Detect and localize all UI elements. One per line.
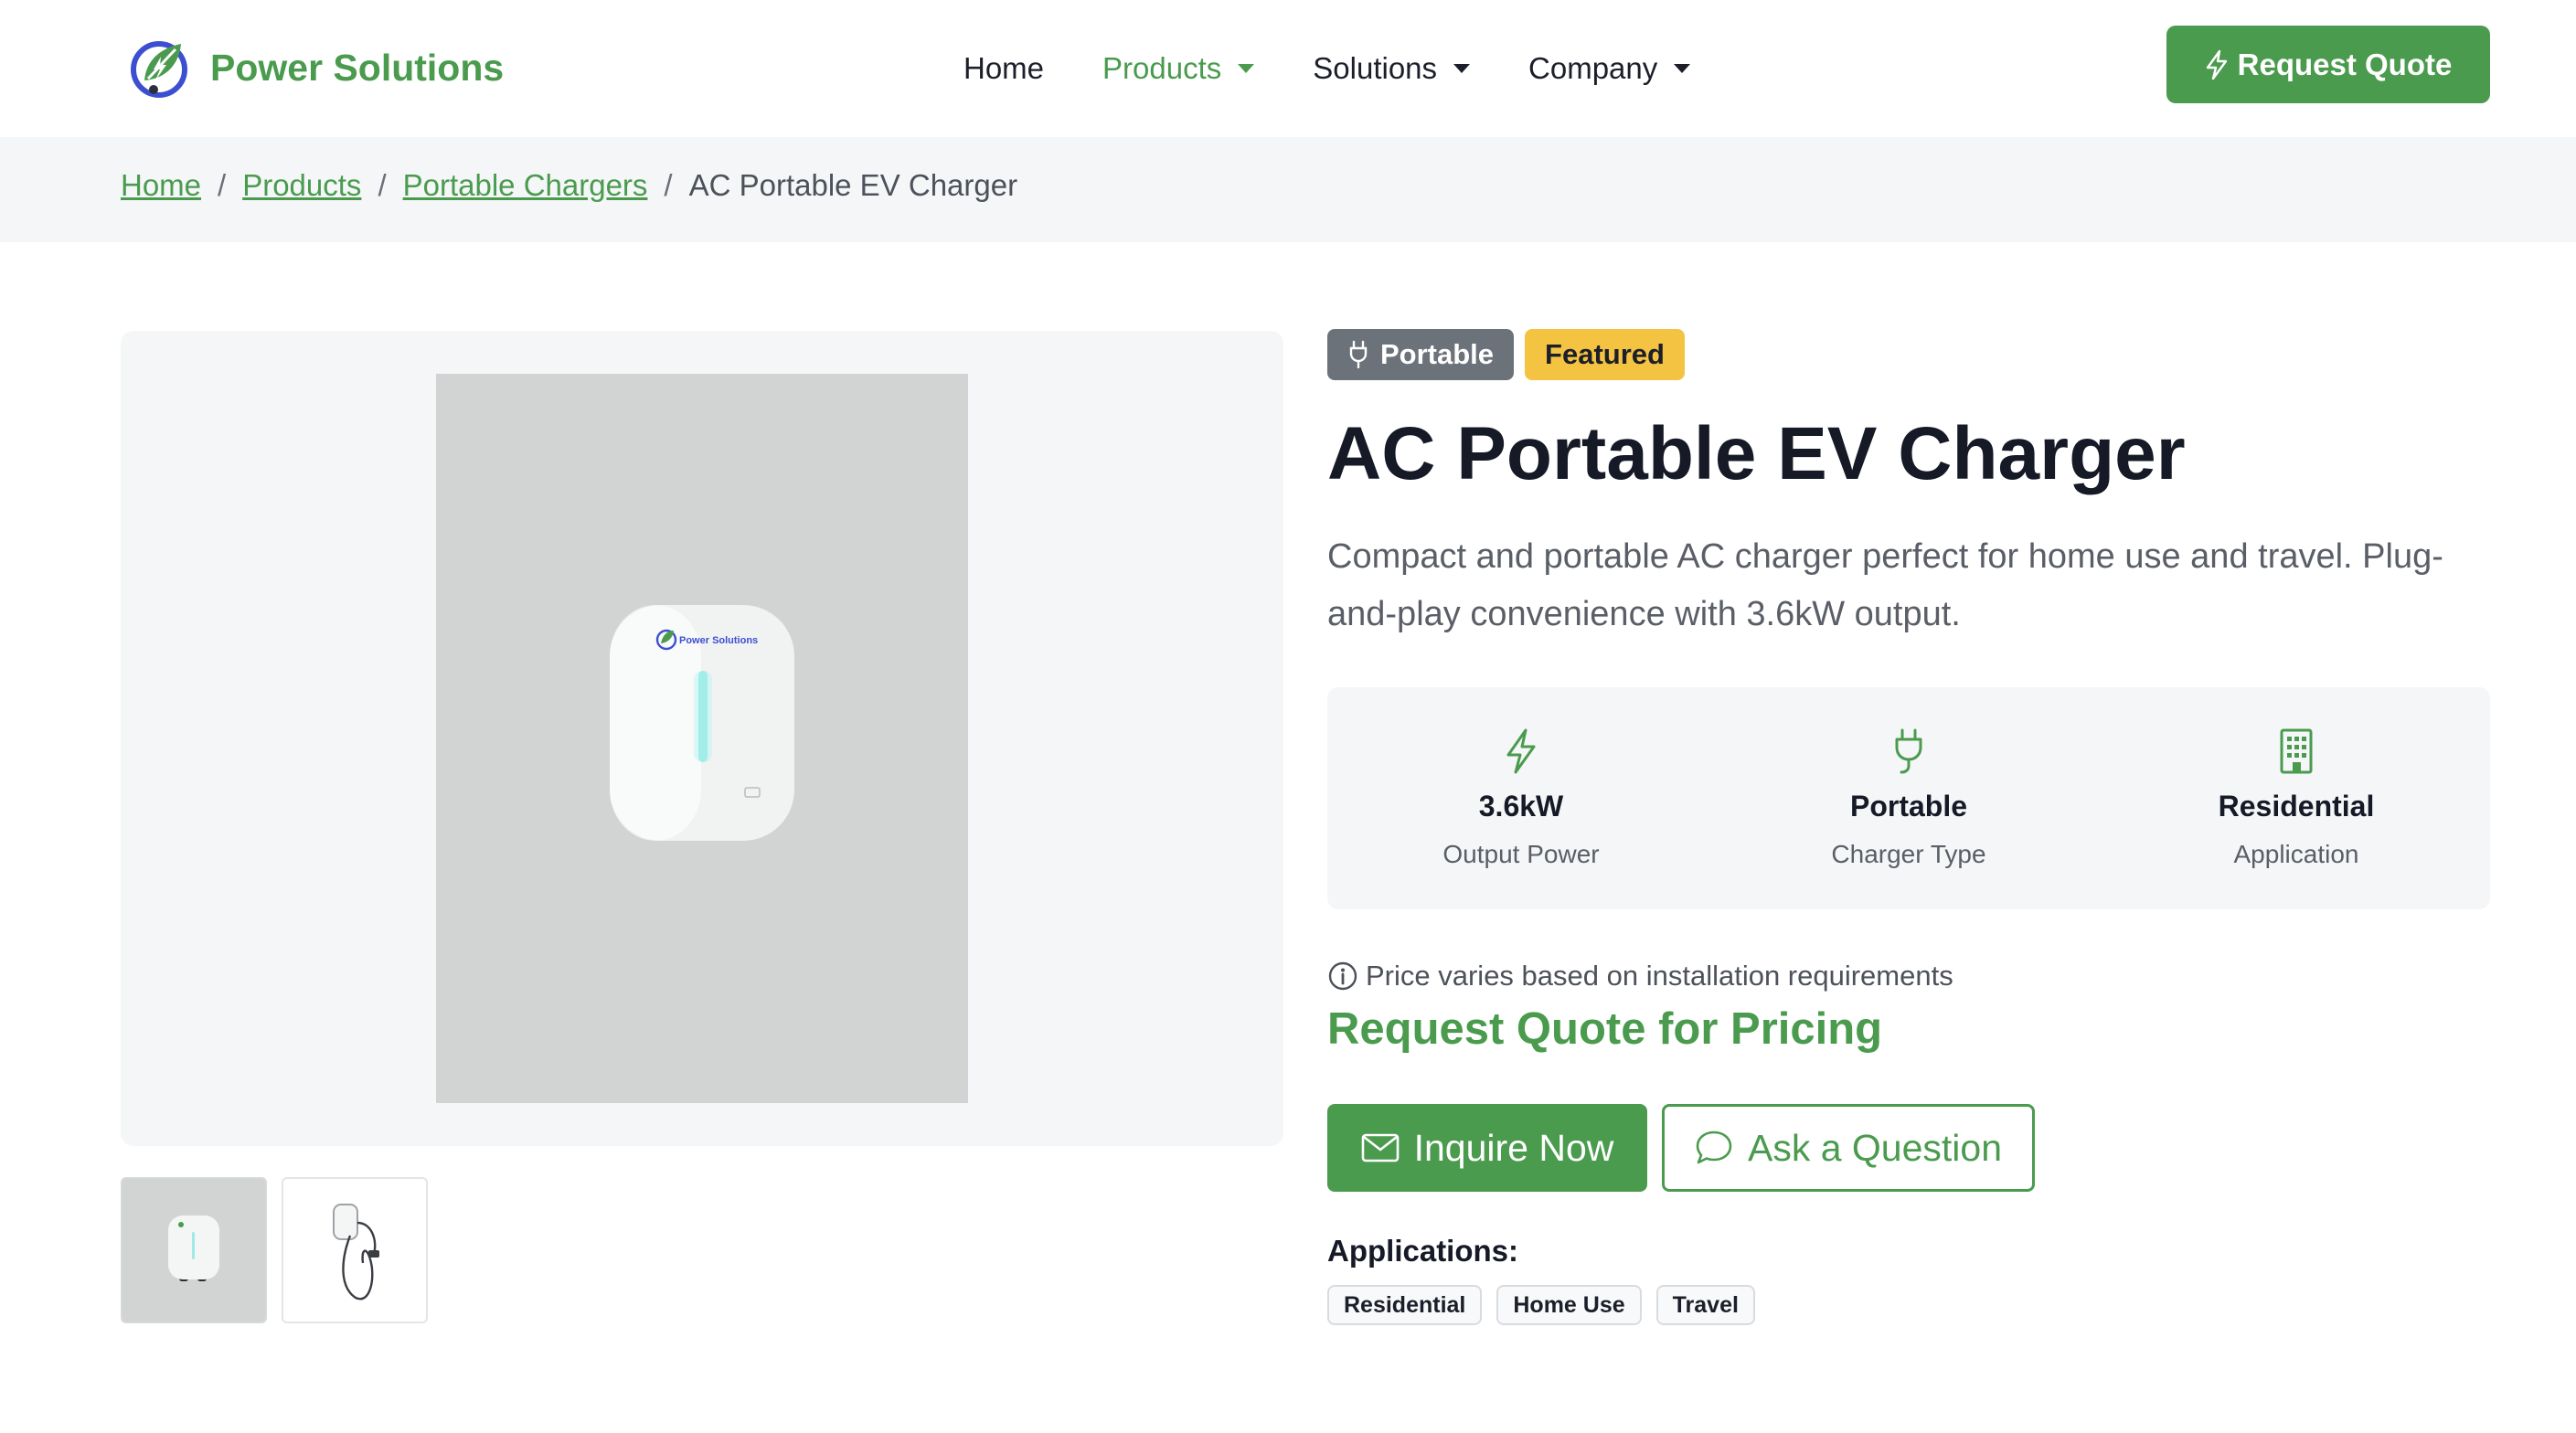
nav-solutions-dropdown[interactable]: Solutions [1313,51,1471,86]
nav-company-dropdown[interactable]: Company [1528,51,1691,86]
charger-device-image: Power Solutions [610,605,794,841]
applications-heading: Applications: [1327,1234,1519,1268]
caret-down-icon [1674,64,1691,73]
spec-label: Application [2233,840,2359,868]
navbar: Power Solutions Home Products Solutions … [0,0,2576,137]
nav-solutions-label: Solutions [1313,51,1438,85]
thumbnail-front[interactable] [121,1177,267,1323]
spec-summary: 3.6kW Output Power Portable Charger Type [1327,687,2490,909]
price-cta: Request Quote for Pricing [1327,1004,1883,1054]
envelope-icon [1361,1133,1399,1162]
breadcrumb: Home / Products / Portable Chargers / AC… [121,168,1017,203]
applications-tags: Residential Home Use Travel [1327,1285,1770,1325]
charger-with-cable-thumbnail-image [333,1204,379,1300]
plug-icon [1892,726,1925,777]
caret-down-icon [1453,64,1471,73]
product-gallery: Power Solutions [121,331,1283,1146]
portable-badge: Portable [1327,329,1515,380]
product-description: Compact and portable AC charger perfect … [1327,537,2443,633]
product-actions: Inquire Now Ask a Question [1327,1104,2035,1192]
product-badges: Portable Featured [1327,329,2490,380]
nav-home[interactable]: Home [963,51,1044,86]
product-info: Portable Featured AC Portable EV Charger… [1327,329,2490,1325]
info-circle-icon [1328,961,1357,991]
spec-application: Residential Application [2102,687,2490,909]
application-tag: Travel [1655,1285,1755,1325]
request-quote-button[interactable]: Request Quote [2166,26,2490,103]
ask-question-label: Ask a Question [1747,1126,2003,1169]
spec-value: 3.6kW [1478,790,1564,823]
breadcrumb-bar: Home / Products / Portable Chargers / AC… [0,137,2576,242]
spec-output-power: 3.6kW Output Power [1327,687,1715,909]
spec-value: Residential [2218,790,2375,823]
breadcrumb-separator: / [378,168,387,202]
lightning-icon [2206,49,2227,80]
lightning-icon [1503,726,1539,777]
price-note-text: Price varies based on installation requi… [1366,960,1953,992]
spec-charger-type: Portable Charger Type [1715,687,2102,909]
main-product-image[interactable]: Power Solutions [436,374,968,1103]
inquire-now-button[interactable]: Inquire Now [1327,1104,1647,1192]
breadcrumb-products-link[interactable]: Products [242,168,361,203]
breadcrumb-current: AC Portable EV Charger [688,168,1018,202]
portable-badge-label: Portable [1380,338,1495,370]
caret-down-icon [1238,64,1255,73]
thumbnail-strip [121,1177,442,1323]
device-logo-text: Power Solutions [679,635,758,646]
inquire-now-label: Inquire Now [1413,1126,1614,1169]
charger-thumbnail-image [168,1215,219,1281]
leaf-logo-icon [131,41,187,98]
nav-company-label: Company [1528,51,1658,85]
brand-name: Power Solutions [210,46,505,89]
product-title: AC Portable EV Charger [1327,412,2186,495]
breadcrumb-separator: / [664,168,673,202]
chat-bubble-icon [1696,1130,1732,1164]
brand-link[interactable]: Power Solutions [126,33,504,102]
building-icon [2278,726,2315,777]
request-quote-label: Request Quote [2237,47,2453,81]
price-note: Price varies based on installation requi… [1327,960,1953,992]
main-nav: Home Products Solutions Company [963,37,1749,101]
breadcrumb-portable-chargers-link[interactable]: Portable Chargers [403,168,648,203]
breadcrumb-separator: / [218,168,227,202]
plug-icon [1349,340,1368,369]
spec-label: Charger Type [1831,840,1986,868]
nav-products-label: Products [1102,51,1222,85]
nav-products-dropdown[interactable]: Products [1102,51,1255,86]
nav-home-label: Home [963,51,1045,85]
application-tag: Residential [1327,1285,1483,1325]
application-tag: Home Use [1496,1285,1642,1325]
ask-question-button[interactable]: Ask a Question [1662,1104,2035,1192]
spec-label: Output Power [1442,840,1600,868]
spec-value: Portable [1849,790,1968,823]
thumbnail-side-cable[interactable] [282,1177,428,1323]
breadcrumb-home-link[interactable]: Home [121,168,201,203]
featured-badge: Featured [1525,329,1685,380]
